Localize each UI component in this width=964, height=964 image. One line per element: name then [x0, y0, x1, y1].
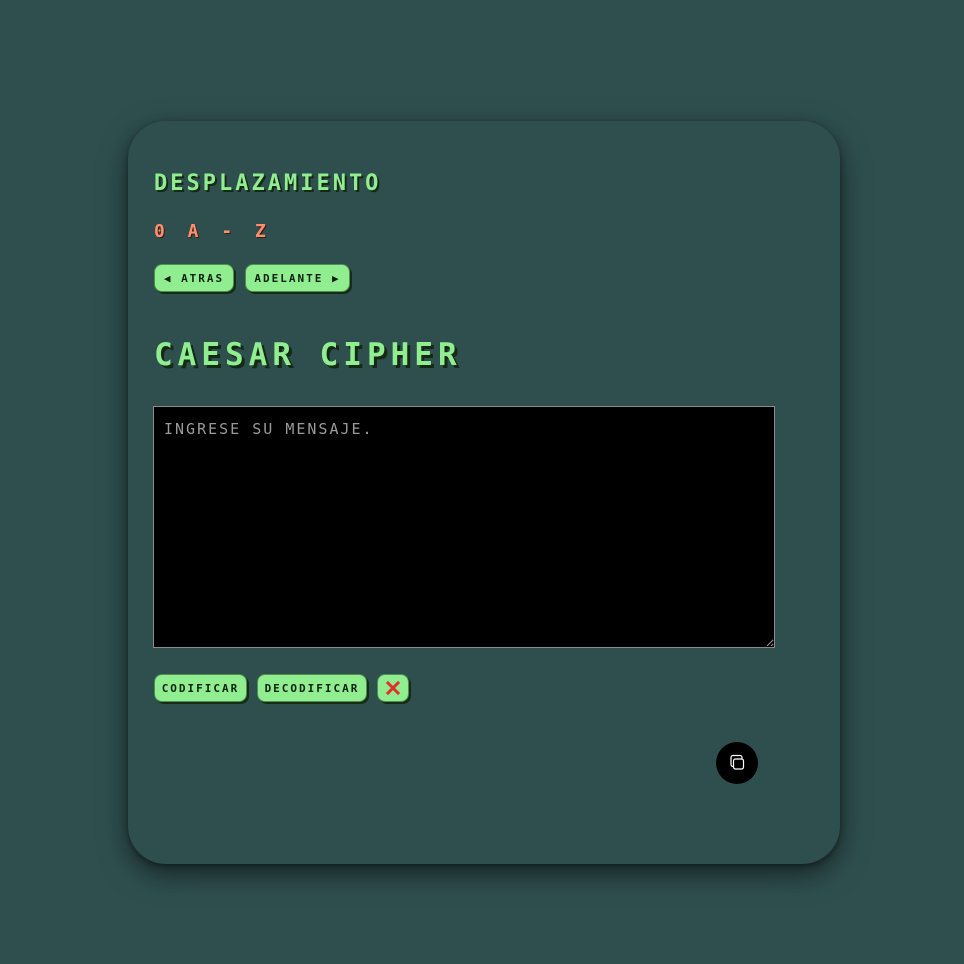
arrow-left-icon: ◀	[163, 271, 182, 285]
copy-button[interactable]	[716, 742, 758, 784]
shift-label: DESPLAZAMIENTO	[154, 171, 382, 196]
message-input[interactable]	[153, 406, 775, 648]
shift-value: 0 A - Z	[154, 221, 272, 242]
back-button-label: ATRAS	[181, 271, 225, 285]
decode-button[interactable]: DECODIFICAR	[257, 674, 367, 702]
encode-button[interactable]: CODIFICAR	[154, 674, 247, 702]
page-title: CAESAR CIPHER	[154, 337, 462, 373]
decode-button-label: DECODIFICAR	[264, 681, 360, 695]
back-button[interactable]: ◀ ATRAS	[154, 264, 234, 292]
forward-button-label: ADELANTE	[254, 271, 324, 285]
encode-button-label: CODIFICAR	[161, 681, 240, 695]
cipher-card: DESPLAZAMIENTO 0 A - Z ◀ ATRAS ADELANTE …	[128, 121, 840, 864]
forward-button[interactable]: ADELANTE ▶	[245, 264, 350, 292]
copy-icon	[730, 754, 745, 770]
clear-button[interactable]	[377, 674, 409, 702]
close-icon	[386, 681, 400, 695]
arrow-right-icon: ▶	[323, 271, 341, 285]
